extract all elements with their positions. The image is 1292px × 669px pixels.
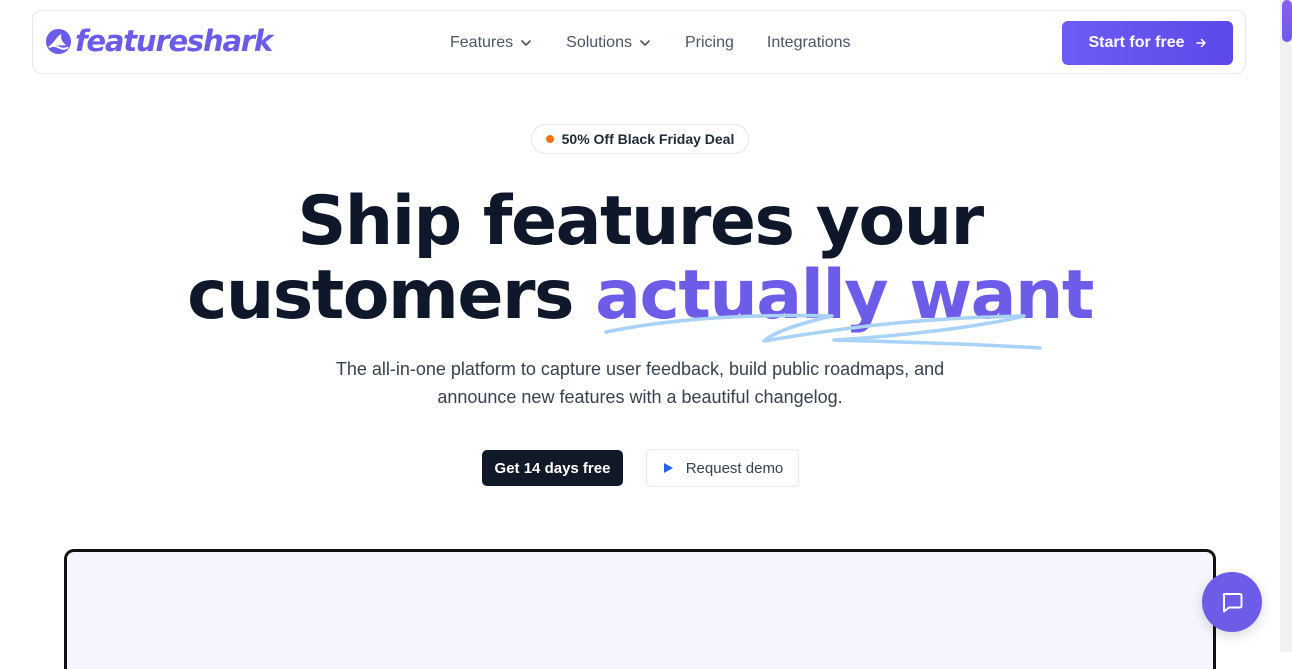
request-demo-button[interactable]: Request demo (646, 449, 799, 487)
shark-fin-logo-icon (45, 28, 72, 55)
nav-item-label: Pricing (684, 34, 734, 51)
top-navigation: featureshark Features Solutions Pricing … (32, 10, 1246, 74)
hero-subtitle: The all-in-one platform to capture user … (335, 359, 945, 407)
chevron-down-icon (521, 40, 531, 46)
chevron-down-icon (640, 40, 650, 46)
nav-item-label: Features (450, 34, 514, 51)
nav-item-label: Integrations (766, 34, 851, 51)
primary-nav: Features Solutions Pricing Integrations (450, 11, 883, 75)
start-for-free-label: Start for free (1088, 34, 1185, 51)
arrow-right-icon (1195, 38, 1206, 48)
brand-name: featureshark (75, 24, 273, 58)
page-scrollbar[interactable] (1280, 0, 1292, 652)
get-free-trial-label: Get 14 days free (494, 459, 611, 477)
hero-heading-plain: customers (187, 256, 596, 335)
get-free-trial-button[interactable]: Get 14 days free (482, 450, 623, 486)
start-for-free-button[interactable]: Start for free (1062, 21, 1233, 65)
brand-logo[interactable]: featureshark (45, 24, 273, 58)
promo-badge[interactable]: 50% Off Black Friday Deal (531, 124, 749, 154)
status-dot (545, 135, 554, 143)
chat-widget-button[interactable] (1202, 572, 1262, 632)
scrollbar-thumb[interactable] (1282, 0, 1292, 42)
chat-bubble-icon (1222, 593, 1243, 613)
request-demo-label: Request demo (685, 459, 784, 477)
nav-item-label: Solutions (566, 34, 632, 51)
nav-item-features[interactable]: Features (450, 34, 533, 52)
product-preview-frame (64, 549, 1216, 669)
play-icon (663, 463, 673, 473)
hero-heading-line1: Ship features your (297, 182, 984, 261)
promo-badge-text: 50% Off Black Friday Deal (561, 131, 735, 147)
nav-item-pricing[interactable]: Pricing (685, 34, 734, 52)
squiggle-underline-decoration (604, 313, 1042, 350)
nav-item-integrations[interactable]: Integrations (767, 34, 851, 52)
nav-item-solutions[interactable]: Solutions (566, 34, 652, 52)
